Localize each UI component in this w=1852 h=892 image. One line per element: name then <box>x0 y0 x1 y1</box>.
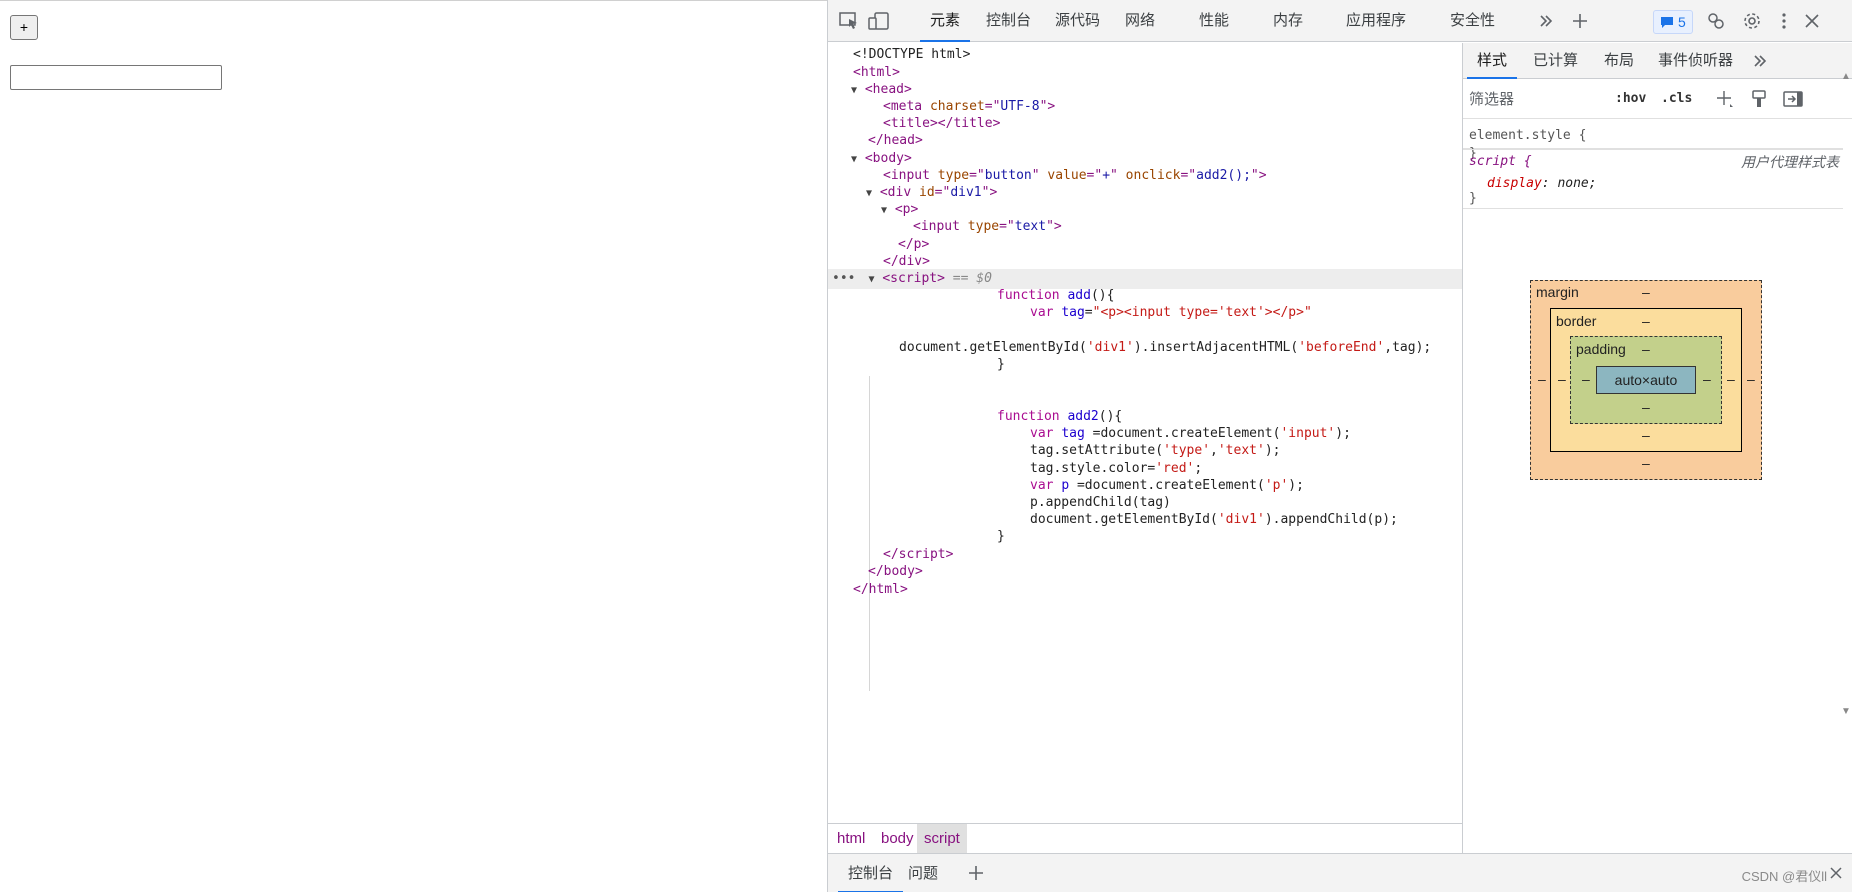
tab-network[interactable]: 网络 <box>1125 0 1155 42</box>
tab-performance[interactable]: 性能 <box>1199 0 1229 42</box>
code-line: } <box>997 529 1005 544</box>
indent-guide <box>869 376 870 691</box>
issues-count: 5 <box>1678 14 1686 30</box>
margin-bottom-value[interactable]: – <box>1642 455 1650 471</box>
paint-brush-icon[interactable] <box>1747 87 1771 111</box>
web-page-viewport: + <box>0 0 827 892</box>
devtools-toolbar: 元素 控制台 源代码 网络 性能 内存 应用程序 安全性 5 <box>828 0 1852 42</box>
styles-sidebar: 样式 已计算 布局 事件侦听器 :hov .cls element.style … <box>1462 43 1852 853</box>
code-line: var tag="<p><input type='text'></p>" <box>1030 305 1312 320</box>
add-button[interactable]: + <box>10 15 38 40</box>
inspect-element-icon[interactable] <box>837 9 861 33</box>
devtools-panel: 元素 控制台 源代码 网络 性能 内存 应用程序 安全性 5 <!DOCTYPE… <box>827 0 1852 892</box>
code-line: tag.setAttribute('type','text'); <box>1030 443 1281 458</box>
close-icon[interactable] <box>1824 861 1848 885</box>
tab-console[interactable]: 控制台 <box>986 0 1031 42</box>
text-input[interactable] <box>10 65 222 90</box>
border-label: border <box>1556 313 1597 329</box>
element-style-rule[interactable]: element.style { <box>1463 119 1843 149</box>
issues-badge[interactable]: 5 <box>1653 10 1693 34</box>
tree-node-input-text[interactable]: <input type="text"> <box>828 217 1462 237</box>
tree-node-head-close[interactable]: </head> <box>828 131 1462 151</box>
padding-label: padding <box>1576 341 1626 357</box>
margin-right-value[interactable]: – <box>1747 371 1755 387</box>
padding-top-value[interactable]: – <box>1642 341 1650 357</box>
border-right-value[interactable]: – <box>1727 371 1735 387</box>
sidebar-tabs: 样式 已计算 布局 事件侦听器 <box>1463 43 1852 79</box>
double-chevron-icon[interactable] <box>1748 49 1772 73</box>
drawer-tab-console[interactable]: 控制台 <box>837 854 904 892</box>
tab-security[interactable]: 安全性 <box>1450 0 1495 42</box>
user-agent-label: 用户代理样式表 <box>1741 154 1839 170</box>
scroll-down-icon[interactable]: ▼ <box>1841 706 1851 717</box>
border-bottom-value[interactable]: – <box>1642 427 1650 443</box>
toggle-sidebar-icon[interactable] <box>1781 87 1805 111</box>
code-line: } <box>997 357 1005 372</box>
tab-event-listeners[interactable]: 事件侦听器 <box>1658 43 1733 79</box>
plus-icon[interactable] <box>1568 9 1592 33</box>
box-model-diagram: auto×auto margin – border – padding – – … <box>1530 280 1762 480</box>
padding-bottom-value[interactable]: – <box>1642 399 1650 415</box>
tab-layout[interactable]: 布局 <box>1604 43 1634 79</box>
tree-node-doctype[interactable]: <!DOCTYPE html> <box>828 45 1462 65</box>
double-chevron-icon[interactable] <box>1534 9 1558 33</box>
box-model-content[interactable]: auto×auto <box>1596 366 1696 394</box>
tab-application[interactable]: 应用程序 <box>1346 0 1406 42</box>
filter-input[interactable] <box>1469 85 1604 113</box>
watermark: CSDN @君仪ll <box>1741 869 1827 884</box>
breadcrumb: html body script <box>828 823 1462 853</box>
message-icon <box>1661 16 1673 28</box>
tab-styles[interactable]: 样式 <box>1466 43 1518 79</box>
padding-right-value[interactable]: – <box>1703 371 1711 387</box>
script-rule[interactable]: script { 用户代理样式表 display: none; } <box>1463 149 1843 209</box>
margin-label: margin <box>1536 284 1579 300</box>
breadcrumb-html[interactable]: html <box>830 824 872 853</box>
element-style-selector: element.style { <box>1469 128 1587 143</box>
close-icon[interactable] <box>1800 9 1824 33</box>
rule-selector: script { <box>1469 154 1532 169</box>
kebab-icon[interactable] <box>1772 9 1796 33</box>
tab-computed[interactable]: 已计算 <box>1533 43 1578 79</box>
console-drawer: 控制台 问题 CSDN @君仪ll <box>828 853 1852 892</box>
elements-tree[interactable]: <!DOCTYPE html> <html> ▼ <head> <meta ch… <box>828 43 1462 823</box>
tab-elements[interactable]: 元素 <box>919 0 971 42</box>
new-rule-icon[interactable] <box>1713 87 1737 111</box>
class-button[interactable]: .cls <box>1661 87 1692 111</box>
styles-filter-bar: :hov .cls <box>1463 79 1852 119</box>
tree-node-body-close[interactable]: </body> <box>828 562 1462 582</box>
scroll-up-icon[interactable]: ▲ <box>1841 71 1851 82</box>
hover-state-button[interactable]: :hov <box>1615 87 1646 111</box>
padding-left-value[interactable]: – <box>1582 371 1590 387</box>
drawer-tab-issues[interactable]: 问题 <box>908 854 938 892</box>
tab-sources[interactable]: 源代码 <box>1055 0 1100 42</box>
customize-icon[interactable] <box>1704 9 1728 33</box>
tab-memory[interactable]: 内存 <box>1273 0 1303 42</box>
rule-declaration[interactable]: display: none; <box>1487 174 1597 194</box>
breadcrumb-body[interactable]: body <box>874 824 921 853</box>
margin-left-value[interactable]: – <box>1538 371 1546 387</box>
rule-close: } <box>1469 191 1477 206</box>
breadcrumb-script[interactable]: script <box>917 824 967 853</box>
gear-icon[interactable] <box>1740 9 1764 33</box>
plus-icon[interactable] <box>964 861 988 885</box>
device-toolbar-icon[interactable] <box>867 9 891 33</box>
border-left-value[interactable]: – <box>1558 371 1566 387</box>
border-top-value[interactable]: – <box>1642 313 1650 329</box>
margin-top-value[interactable]: – <box>1642 284 1650 300</box>
tree-node-html-close[interactable]: </html> <box>828 580 1462 600</box>
